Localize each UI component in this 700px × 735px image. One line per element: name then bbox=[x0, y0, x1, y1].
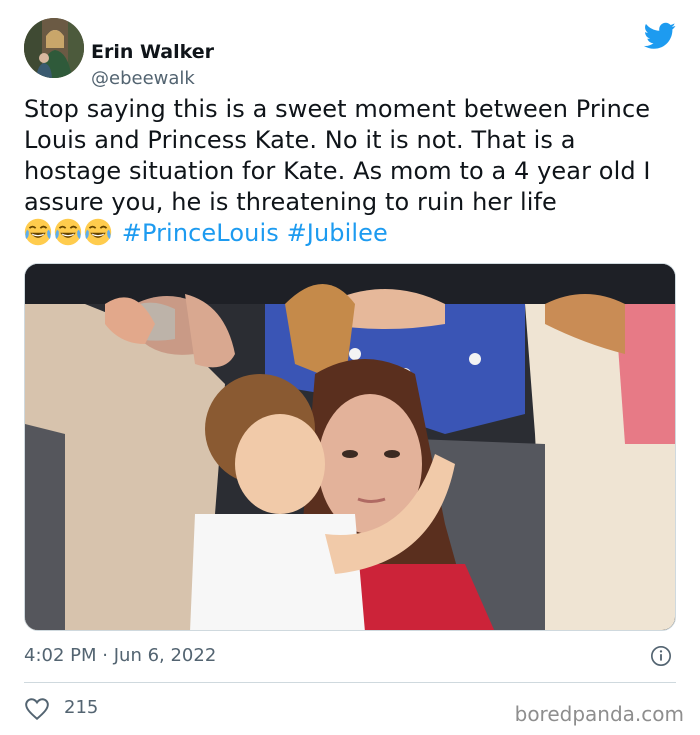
avatar[interactable] bbox=[24, 18, 84, 78]
hashtag-link[interactable]: #PrinceLouis bbox=[122, 219, 279, 247]
divider bbox=[24, 682, 676, 683]
handle[interactable]: @ebeewalk bbox=[91, 68, 195, 90]
face-with-tears-of-joy-icon bbox=[84, 218, 112, 246]
timestamp[interactable]: 4:02 PM · Jun 6, 2022 bbox=[24, 645, 216, 666]
display-name[interactable]: Erin Walker bbox=[91, 41, 214, 63]
tweet-photo[interactable] bbox=[24, 263, 676, 631]
like-count: 215 bbox=[64, 697, 99, 718]
hashtag-link[interactable]: #Jubilee bbox=[287, 219, 388, 247]
tweet-header: Erin Walker @ebeewalk bbox=[24, 18, 676, 89]
watermark: boredpanda.com bbox=[514, 702, 684, 726]
face-with-tears-of-joy-icon bbox=[24, 218, 52, 246]
info-icon[interactable] bbox=[650, 645, 672, 667]
tweet-body: Stop saying this is a sweet moment betwe… bbox=[24, 95, 651, 216]
heart-icon[interactable] bbox=[24, 696, 50, 722]
tweet-meta: 4:02 PM · Jun 6, 2022 bbox=[24, 645, 676, 669]
twitter-bird-icon[interactable] bbox=[644, 22, 676, 50]
face-with-tears-of-joy-icon bbox=[54, 218, 82, 246]
tweet-text: Stop saying this is a sweet moment betwe… bbox=[24, 94, 674, 249]
